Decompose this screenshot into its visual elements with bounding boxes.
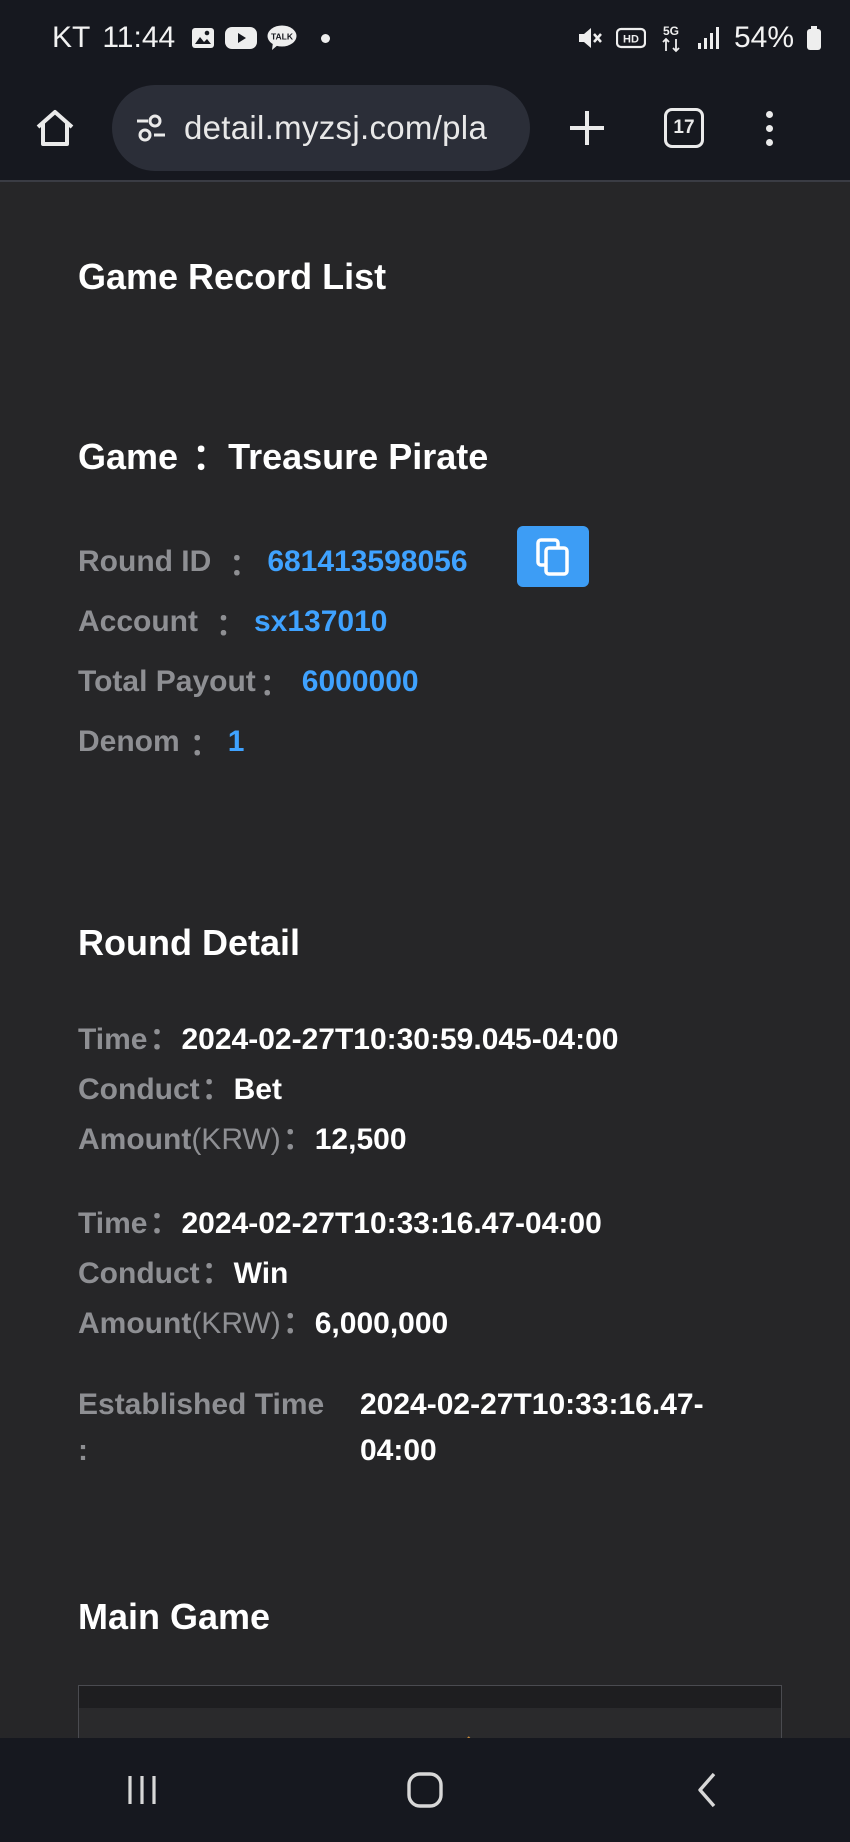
info-row-total-payout: Total Payout ： 6000000 <box>78 660 419 704</box>
info-row-account: Account ： sx137010 <box>78 600 387 644</box>
entry-1-amount: Amount (KRW) ： 12,500 <box>78 1114 407 1158</box>
amount-label: Amount <box>78 1307 192 1340</box>
address-bar[interactable]: detail.myzsj.com/pla <box>112 85 530 171</box>
amount-value: 6,000,000 <box>314 1307 449 1340</box>
copy-button[interactable] <box>517 526 589 587</box>
amount-unit: (KRW) <box>191 1307 281 1340</box>
info-colon: ： <box>229 549 260 582</box>
round-id-value: 681413598056 <box>267 545 468 578</box>
system-navigation-bar <box>0 1738 850 1842</box>
info-colon: ： <box>216 609 246 642</box>
time-label: Time <box>78 1023 148 1056</box>
game-title: Game ：Treasure Pirate <box>78 428 488 480</box>
time-label: Time <box>78 1207 148 1240</box>
status-bar: KT 11:44 TALK HD 5G 54% <box>0 0 850 76</box>
time-value: 2024-02-27T10:30:59.045-04:00 <box>181 1023 619 1056</box>
colon: ： <box>201 1257 232 1290</box>
denom-value: 1 <box>227 725 245 758</box>
svg-text:5G: 5G <box>663 24 679 38</box>
recent-apps-icon[interactable] <box>102 1750 182 1830</box>
info-label: Total Payout <box>78 665 256 698</box>
info-colon: ： <box>259 669 290 702</box>
entry-1-time: Time ： 2024-02-27T10:30:59.045-04:00 <box>78 1014 618 1058</box>
colon: ： <box>282 1123 313 1156</box>
tab-switcher-button[interactable]: 17 <box>664 108 704 148</box>
conduct-value: Bet <box>233 1073 282 1106</box>
colon: ： <box>149 1023 180 1056</box>
game-label: Game <box>78 436 179 477</box>
back-icon[interactable] <box>668 1750 748 1830</box>
amount-unit: (KRW) <box>191 1123 281 1156</box>
account-value: sx137010 <box>254 605 388 638</box>
info-row-denom: Denom ： 1 <box>78 720 244 764</box>
established-value-line-2: 04:00 <box>360 1434 437 1467</box>
conduct-label: Conduct <box>78 1073 200 1106</box>
browser-toolbar: detail.myzsj.com/pla 17 <box>0 76 850 182</box>
info-label: Denom <box>78 725 180 758</box>
established-label-text: Established Time <box>78 1388 325 1421</box>
clock: 11:44 <box>102 21 176 54</box>
colon: ： <box>201 1073 232 1106</box>
time-value: 2024-02-27T10:33:16.47-04:00 <box>181 1207 602 1240</box>
entry-2-amount: Amount (KRW) ： 6,000,000 <box>78 1298 448 1342</box>
svg-text:HD: HD <box>623 34 639 46</box>
amount-label: Amount <box>78 1123 192 1156</box>
svg-text:TALK: TALK <box>271 32 294 42</box>
network-5g-icon: 5G <box>658 23 684 53</box>
main-game-heading: Main Game <box>78 1596 271 1637</box>
established-time-value: 2024-02-27T10:33:16.47- 04:00 <box>360 1382 760 1474</box>
page-title: Game Record List <box>78 256 387 297</box>
colon: ： <box>282 1307 313 1340</box>
established-value-line-1: 2024-02-27T10:33:16.47- <box>360 1388 704 1421</box>
entry-1-conduct: Conduct ： Bet <box>78 1064 282 1108</box>
site-settings-icon[interactable] <box>134 111 168 145</box>
entry-2-time: Time ： 2024-02-27T10:33:16.47-04:00 <box>78 1198 602 1242</box>
established-time-label: Established Time : <box>78 1382 324 1474</box>
colon: ： <box>149 1207 180 1240</box>
notification-dot-icon <box>321 33 331 43</box>
copy-icon <box>536 537 569 576</box>
conduct-value: Win <box>233 1257 289 1290</box>
amount-value: 12,500 <box>314 1123 407 1156</box>
total-payout-value: 6000000 <box>301 665 419 698</box>
battery-percent: 54% <box>733 21 794 54</box>
signal-icon <box>696 25 722 51</box>
url-text[interactable]: detail.myzsj.com/pla <box>184 109 487 147</box>
conduct-label: Conduct <box>78 1257 200 1290</box>
game-name: Treasure Pirate <box>228 436 489 477</box>
more-menu-icon[interactable] <box>754 101 784 155</box>
info-label: Account <box>78 605 198 638</box>
hd-icon: HD <box>615 26 646 50</box>
info-row-round-id: Round ID ： 681413598056 <box>78 540 468 584</box>
battery-icon <box>806 25 822 51</box>
home-nav-icon[interactable] <box>385 1750 465 1830</box>
gallery-icon <box>191 26 215 50</box>
game-separator: ： <box>192 436 229 477</box>
home-icon[interactable] <box>28 101 82 155</box>
youtube-icon <box>225 26 258 50</box>
round-detail-heading: Round Detail <box>78 922 300 963</box>
info-label: Round ID <box>78 545 212 578</box>
new-tab-icon[interactable] <box>560 101 614 155</box>
carrier-label: KT <box>52 21 91 54</box>
entry-2-conduct: Conduct ： Win <box>78 1248 288 1292</box>
info-colon: ： <box>189 729 220 762</box>
mute-icon <box>576 24 604 52</box>
established-colon: : <box>78 1434 88 1467</box>
talk-icon: TALK <box>267 25 297 51</box>
